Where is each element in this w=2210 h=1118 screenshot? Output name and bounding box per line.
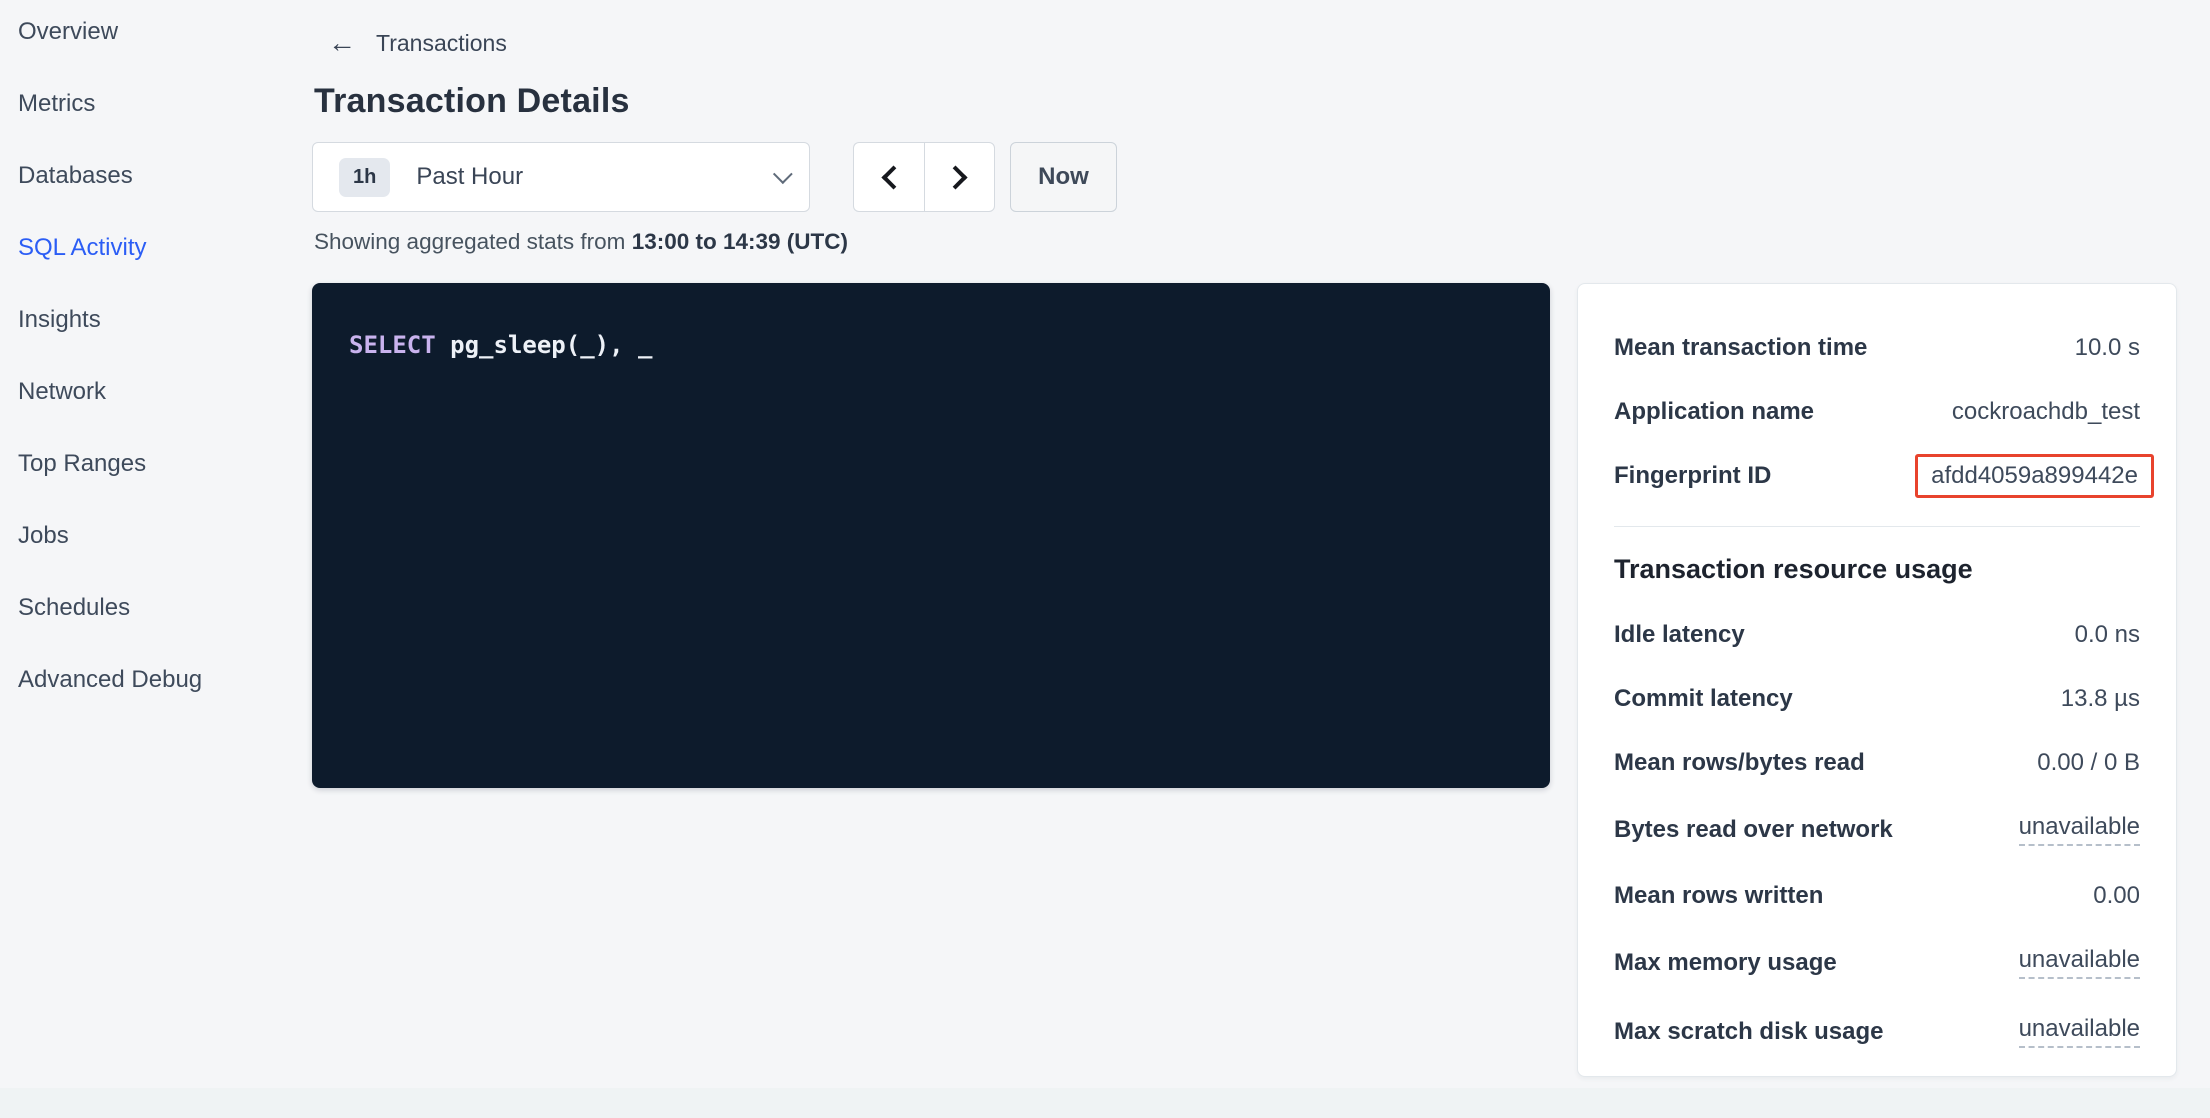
time-controls: 1h Past Hour Now bbox=[312, 142, 2178, 212]
row-label: Bytes read over network bbox=[1614, 816, 1893, 844]
sidebar-item-jobs[interactable]: Jobs bbox=[18, 500, 298, 572]
next-time-range-button[interactable] bbox=[924, 142, 995, 212]
time-range-dropdown[interactable]: 1h Past Hour bbox=[312, 142, 810, 212]
arrow-left-icon: ← bbox=[328, 29, 356, 57]
sidebar-item-sql-activity[interactable]: SQL Activity bbox=[18, 212, 298, 284]
mean-rows-written-row: Mean rows written 0.00 bbox=[1614, 882, 2140, 910]
max-scratch-disk-usage-row: Max scratch disk usage unavailable bbox=[1614, 1015, 2140, 1048]
sql-keyword: SELECT bbox=[349, 331, 436, 359]
row-value: 10.0 s bbox=[2075, 334, 2140, 362]
row-label: Fingerprint ID bbox=[1614, 462, 1771, 490]
max-memory-usage-row: Max memory usage unavailable bbox=[1614, 946, 2140, 979]
previous-time-range-button[interactable] bbox=[853, 142, 924, 212]
row-label: Max memory usage bbox=[1614, 949, 1837, 977]
row-value: cockroachdb_test bbox=[1952, 398, 2140, 426]
unavailable-value[interactable]: unavailable bbox=[2019, 813, 2140, 846]
chevron-down-icon bbox=[773, 164, 793, 184]
row-label: Idle latency bbox=[1614, 621, 1745, 649]
chevron-right-icon bbox=[943, 165, 967, 189]
row-value: 0.00 / 0 B bbox=[2037, 749, 2140, 777]
fingerprint-id-highlight-box: afdd4059a899442e bbox=[1915, 454, 2154, 498]
app-root: Overview Metrics Databases SQL Activity … bbox=[0, 0, 2210, 1118]
chevron-left-icon bbox=[881, 165, 905, 189]
sidebar-item-databases[interactable]: Databases bbox=[18, 140, 298, 212]
row-label: Mean rows written bbox=[1614, 882, 1823, 910]
sql-statement-text: SELECT pg_sleep(_), _ bbox=[349, 329, 1520, 361]
breadcrumb[interactable]: ← Transactions bbox=[312, 28, 2178, 58]
now-button[interactable]: Now bbox=[1010, 142, 1117, 212]
main-content: ← Transactions Transaction Details 1h Pa… bbox=[312, 28, 2178, 1077]
row-label: Max scratch disk usage bbox=[1614, 1018, 1883, 1046]
time-range-arrows bbox=[853, 142, 995, 212]
mean-rows-bytes-read-row: Mean rows/bytes read 0.00 / 0 B bbox=[1614, 749, 2140, 777]
fingerprint-id-row: Fingerprint ID afdd4059a899442e bbox=[1614, 462, 2140, 490]
card-divider bbox=[1614, 526, 2140, 527]
page-bottom-band bbox=[0, 1088, 2210, 1118]
content-row: SELECT pg_sleep(_), _ Mean transaction t… bbox=[312, 283, 2178, 1077]
time-range-selected: Past Hour bbox=[416, 163, 523, 191]
stats-line-range: 13:00 to 14:39 (UTC) bbox=[632, 229, 848, 254]
unavailable-value[interactable]: unavailable bbox=[2019, 1015, 2140, 1048]
sidebar-item-network[interactable]: Network bbox=[18, 356, 298, 428]
aggregated-stats-line: Showing aggregated stats from 13:00 to 1… bbox=[314, 229, 2178, 255]
fingerprint-id-value: afdd4059a899442e bbox=[1931, 462, 2138, 489]
sidebar-item-metrics[interactable]: Metrics bbox=[18, 68, 298, 140]
time-range-badge: 1h bbox=[339, 158, 390, 197]
row-label: Application name bbox=[1614, 398, 1814, 426]
breadcrumb-label: Transactions bbox=[376, 30, 507, 57]
page-title: Transaction Details bbox=[314, 82, 2178, 121]
resource-usage-section-title: Transaction resource usage bbox=[1614, 554, 2140, 585]
stats-line-prefix: Showing aggregated stats from bbox=[314, 229, 632, 254]
row-value: 0.00 bbox=[2093, 882, 2140, 910]
row-label: Mean rows/bytes read bbox=[1614, 749, 1865, 777]
row-value: 13.8 µs bbox=[2061, 685, 2140, 713]
sql-body: pg_sleep(_), _ bbox=[436, 331, 653, 359]
row-label: Mean transaction time bbox=[1614, 334, 1867, 362]
idle-latency-row: Idle latency 0.0 ns bbox=[1614, 621, 2140, 649]
sql-statement-box: SELECT pg_sleep(_), _ bbox=[312, 283, 1550, 788]
commit-latency-row: Commit latency 13.8 µs bbox=[1614, 685, 2140, 713]
row-label: Commit latency bbox=[1614, 685, 1793, 713]
sidebar-item-advanced-debug[interactable]: Advanced Debug bbox=[18, 644, 298, 716]
application-name-row: Application name cockroachdb_test bbox=[1614, 398, 2140, 426]
sidebar-item-top-ranges[interactable]: Top Ranges bbox=[18, 428, 298, 500]
unavailable-value[interactable]: unavailable bbox=[2019, 946, 2140, 979]
row-value: 0.0 ns bbox=[2075, 621, 2140, 649]
sidebar-item-schedules[interactable]: Schedules bbox=[18, 572, 298, 644]
sidebar-item-overview[interactable]: Overview bbox=[18, 0, 298, 68]
mean-transaction-time-row: Mean transaction time 10.0 s bbox=[1614, 334, 2140, 362]
transaction-details-card: Mean transaction time 10.0 s Application… bbox=[1577, 283, 2177, 1077]
sidebar-nav: Overview Metrics Databases SQL Activity … bbox=[18, 0, 298, 716]
sidebar-item-insights[interactable]: Insights bbox=[18, 284, 298, 356]
bytes-read-over-network-row: Bytes read over network unavailable bbox=[1614, 813, 2140, 846]
